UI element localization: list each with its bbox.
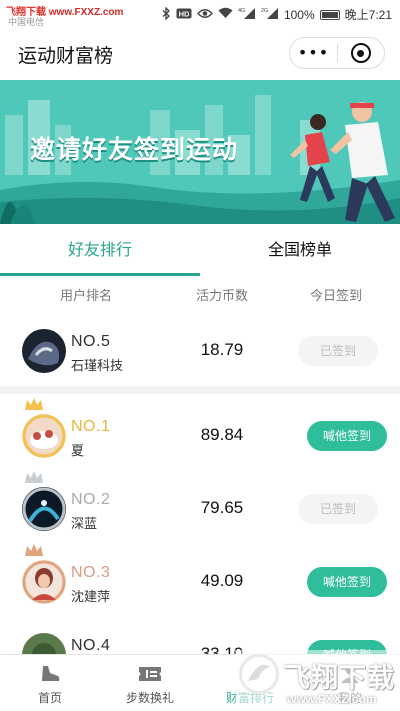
battery-icon: [319, 9, 340, 20]
gold-crown-icon: [24, 397, 44, 414]
tab-label: 首页: [37, 691, 62, 705]
list-item: NO.1 夏 89.84 喊他签到: [0, 398, 400, 469]
target-circle-icon: [350, 43, 371, 63]
user-name: 石瑾科技: [71, 359, 124, 374]
column-user-rank: 用户排名: [59, 289, 112, 304]
eye-icon: [196, 8, 213, 22]
my-rank-row: NO.5 石瑾科技 18.79 已签到: [0, 320, 400, 384]
avatar[interactable]: [22, 560, 66, 604]
watermark-url: www.FXXZ.com: [48, 7, 124, 18]
wifi-icon: [218, 7, 233, 22]
avatar[interactable]: [22, 414, 66, 458]
rank-number: NO.2: [71, 491, 111, 508]
remind-sign-in-button[interactable]: 喊他签到: [307, 567, 387, 597]
watermark-name: 飞翔下载: [283, 663, 395, 694]
silver-crown-icon: [24, 470, 44, 487]
user-name: 沈建萍: [71, 590, 111, 605]
bluetooth-icon: [162, 5, 171, 23]
section-divider: [0, 386, 400, 394]
tab-home[interactable]: 首页: [0, 655, 100, 711]
clock: 晚上7:21: [344, 8, 392, 22]
battery-percent: 100%: [283, 7, 315, 22]
list-item: NO.2 深蓝 79.65 已签到: [0, 471, 400, 542]
column-sign-in: 今日签到: [309, 289, 362, 304]
watermark-logo-icon: [239, 654, 279, 694]
tab-label: 步数换礼: [125, 691, 174, 705]
bronze-crown-icon: [24, 543, 44, 560]
signal-2g-icon: 2G: [261, 7, 279, 22]
banner-title: 邀请好友签到运动: [30, 135, 239, 164]
rank-number: NO.3: [71, 564, 111, 581]
coin-count: 79.65: [200, 498, 244, 517]
tab-friends-ranking[interactable]: 好友排行: [0, 224, 200, 276]
ranking-tabs: 好友排行 全国榜单: [0, 224, 400, 276]
signed-in-status: 已签到: [298, 494, 378, 524]
svg-text:HD: HD: [179, 9, 190, 18]
tab-step-exchange[interactable]: 步数换礼: [100, 655, 200, 711]
watermark-url: www.FXXZ.com: [287, 692, 377, 706]
status-icons: HD 4G 2G 100% 晚上7:21: [162, 5, 392, 23]
ticket-icon: [100, 663, 200, 685]
tab-national-ranking[interactable]: 全国榜单: [200, 224, 400, 276]
nav-bar: 运动财富榜 •••: [0, 28, 400, 80]
svg-text:4G: 4G: [238, 8, 245, 14]
close-mini-program-button[interactable]: [338, 43, 384, 63]
signed-in-status: 已签到: [298, 336, 378, 366]
rank-number: NO.5: [71, 333, 111, 350]
coin-count: 49.09: [200, 571, 244, 590]
page-title: 运动财富榜: [18, 45, 114, 67]
avatar[interactable]: [22, 487, 66, 531]
mini-program-capsule: •••: [289, 37, 385, 69]
hd-icon: HD: [176, 8, 192, 22]
coin-count: 18.79: [200, 340, 244, 359]
shoe-icon: [0, 663, 100, 685]
avatar[interactable]: [22, 329, 66, 373]
invite-banner[interactable]: 邀请好友签到运动: [0, 80, 400, 224]
list-item: NO.3 沈建萍 49.09 喊他签到: [0, 544, 400, 615]
status-bar: 飞翔下载 www.FXXZ.com 中国电信 HD 4G 2G 100% 晚上7…: [0, 0, 400, 28]
user-name: 深蓝: [71, 517, 98, 532]
user-name: 夏: [71, 444, 85, 459]
rank-number: NO.4: [71, 637, 111, 654]
rank-number: NO.1: [71, 418, 111, 435]
site-watermark: 飞翔下载 www.FXXZ.com: [235, 650, 400, 711]
remind-sign-in-button[interactable]: 喊他签到: [307, 421, 387, 451]
column-coins: 活力币数: [195, 289, 248, 304]
column-header: 用户排名 活力币数 今日签到: [0, 276, 400, 320]
carrier-label: 中国电信: [8, 18, 45, 28]
coin-count: 89.84: [200, 425, 244, 444]
signal-4g-icon: 4G: [238, 7, 256, 22]
more-menu-button[interactable]: •••: [290, 38, 337, 68]
svg-text:2G: 2G: [261, 8, 268, 14]
